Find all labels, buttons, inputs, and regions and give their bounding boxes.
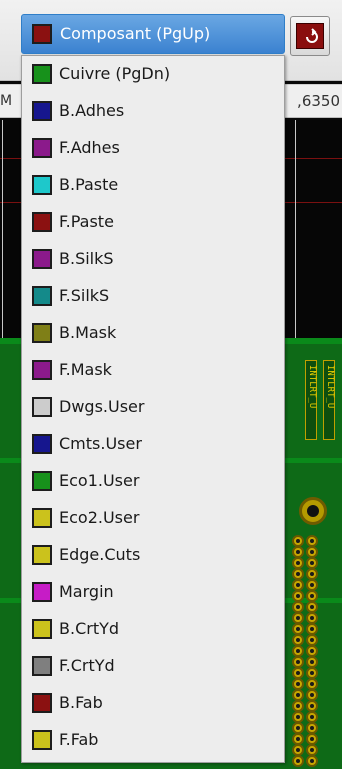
layer-option-label: F.Adhes [59, 138, 120, 157]
layer-option-label: F.Mask [59, 360, 112, 379]
layer-color-swatch [32, 508, 52, 528]
kicad-pcb-editor-window: M ,6350 INTLRT_U INTLRT_U Composant (PgU… [0, 0, 342, 769]
layer-option-label: B.CrtYd [59, 619, 120, 638]
selected-layer-swatch [32, 24, 52, 44]
status-left-fragment: M [0, 93, 13, 109]
layer-color-swatch [32, 286, 52, 306]
layer-option[interactable]: B.Fab [22, 685, 284, 722]
layer-option[interactable]: B.Adhes [22, 93, 284, 130]
layer-color-swatch [32, 175, 52, 195]
layer-option[interactable]: Edge.Cuts [22, 537, 284, 574]
layer-option-label: B.Paste [59, 175, 119, 194]
cursor-coordinate: ,6350 [297, 92, 340, 110]
layer-color-swatch [32, 323, 52, 343]
mounting-hole [299, 497, 327, 525]
layer-option-label: B.Fab [59, 693, 103, 712]
layer-color-swatch [32, 212, 52, 232]
layer-color-swatch [32, 249, 52, 269]
layer-option-label: F.SilkS [59, 286, 110, 305]
layer-option[interactable]: F.SilkS [22, 278, 284, 315]
layer-option-label: Cmts.User [59, 434, 142, 453]
layer-option[interactable]: B.CrtYd [22, 611, 284, 648]
layer-dropdown-list: Cuivre (PgDn) B.Adhes F.Adhes B.Paste F.Past… [21, 55, 285, 763]
layer-option[interactable]: Eco1.User [22, 463, 284, 500]
layer-option-label: Margin [59, 582, 114, 601]
layer-option[interactable]: B.Paste [22, 167, 284, 204]
layer-option-label: Eco1.User [59, 471, 140, 490]
layer-option[interactable]: Margin [22, 574, 284, 611]
layer-option-label: Edge.Cuts [59, 545, 141, 564]
layer-color-swatch [32, 360, 52, 380]
layer-option-label: B.Mask [59, 323, 117, 342]
layer-option-label: Dwgs.User [59, 397, 145, 416]
layer-selector-combobox[interactable]: Composant (PgUp) [21, 14, 285, 54]
layer-option-label: B.Adhes [59, 101, 125, 120]
layer-option[interactable]: F.Fab [22, 722, 284, 759]
layer-option-label: F.CrtYd [59, 656, 115, 675]
layer-color-swatch [32, 693, 52, 713]
layer-option[interactable]: B.Mask [22, 315, 284, 352]
layer-option[interactable]: Eco2.User [22, 500, 284, 537]
layer-option[interactable]: F.Mask [22, 352, 284, 389]
connector-silkscreen-label: INTLRT_U [305, 360, 317, 440]
layer-option[interactable]: B.SilkS [22, 241, 284, 278]
layer-color-swatch [32, 730, 52, 750]
layer-option-label: B.SilkS [59, 249, 114, 268]
layer-color-swatch [32, 656, 52, 676]
layer-option[interactable]: Cmts.User [22, 426, 284, 463]
layer-option-label: Cuivre (PgDn) [59, 64, 171, 83]
layer-color-swatch [32, 397, 52, 417]
layer-color-swatch [32, 64, 52, 84]
layer-color-swatch [32, 619, 52, 639]
layer-pair-icon [296, 23, 324, 49]
selected-layer-label: Composant (PgUp) [60, 24, 211, 43]
layer-option-label: F.Paste [59, 212, 114, 231]
connector-silkscreen-label: INTLRT_U [323, 360, 335, 440]
layer-option[interactable]: Cuivre (PgDn) [22, 56, 284, 93]
layer-color-swatch [32, 434, 52, 454]
connector-pad [292, 755, 304, 767]
layer-option[interactable]: F.Adhes [22, 130, 284, 167]
layer-option-label: F.Fab [59, 730, 99, 749]
layer-color-swatch [32, 545, 52, 565]
layer-pair-button[interactable] [290, 16, 330, 56]
layer-option[interactable]: Dwgs.User [22, 389, 284, 426]
layer-option[interactable]: F.CrtYd [22, 648, 284, 685]
layer-color-swatch [32, 138, 52, 158]
layer-color-swatch [32, 101, 52, 121]
connector-pad [306, 755, 318, 767]
layer-option[interactable]: F.Paste [22, 204, 284, 241]
layer-option-label: Eco2.User [59, 508, 140, 527]
layer-color-swatch [32, 471, 52, 491]
layer-color-swatch [32, 582, 52, 602]
